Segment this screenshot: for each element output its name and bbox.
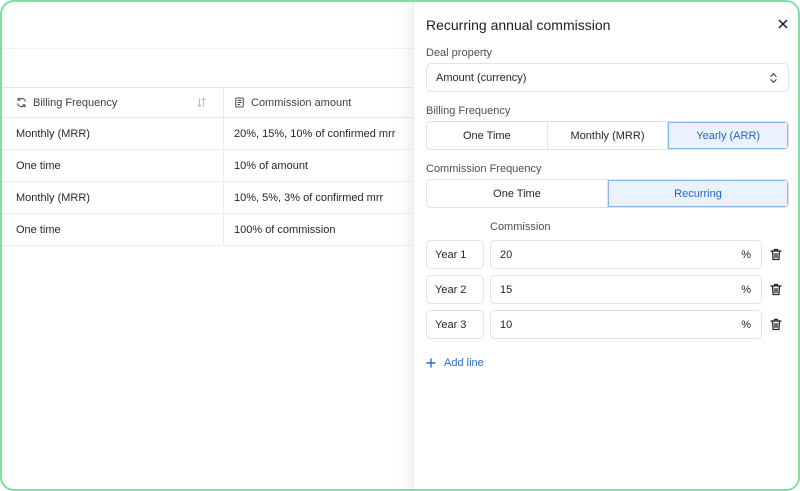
commission-value: 20 — [500, 248, 513, 261]
percent-unit: % — [741, 319, 751, 331]
table-row[interactable]: Monthly (MRR) 20%, 15%, 10% of confirmed… — [2, 118, 422, 150]
table-row[interactable]: One time 10% of amount — [2, 150, 422, 182]
commission-line: Year 1 20 % — [426, 240, 789, 269]
deal-property-select[interactable]: Amount (currency) — [426, 63, 789, 92]
trash-icon[interactable] — [770, 283, 782, 296]
add-line-button[interactable]: Add line — [426, 357, 484, 369]
commission-value: 10 — [500, 318, 513, 331]
year-field[interactable]: Year 2 — [426, 275, 484, 304]
commission-frequency-option-one-time[interactable]: One Time — [427, 180, 608, 207]
table-cell: 100% of commission — [234, 223, 336, 236]
deal-property-label: Deal property — [426, 47, 493, 59]
commission-line: Year 3 10 % — [426, 310, 789, 339]
close-icon[interactable] — [776, 17, 790, 31]
plus-icon — [426, 358, 436, 368]
commission-value-input[interactable]: 15 % — [490, 275, 762, 304]
commission-frequency-segmented-control: One Time Recurring — [426, 179, 789, 208]
commission-line: Year 2 15 % — [426, 275, 789, 304]
refresh-icon — [17, 97, 26, 108]
document-icon — [235, 97, 244, 108]
trash-icon[interactable] — [770, 318, 782, 331]
table-cell: Monthly (MRR) — [2, 182, 224, 213]
panel-title: Recurring annual commission — [426, 17, 611, 33]
commission-frequency-label: Commission Frequency — [426, 163, 542, 175]
billing-frequency-label: Billing Frequency — [426, 105, 511, 117]
billing-option-yearly[interactable]: Yearly (ARR) — [668, 122, 788, 149]
table-cell: 20%, 15%, 10% of confirmed mrr — [234, 127, 396, 140]
deal-property-value: Amount (currency) — [436, 71, 527, 84]
commission-value-input[interactable]: 20 % — [490, 240, 762, 269]
column-header-label: Commission amount — [251, 96, 352, 109]
year-field[interactable]: Year 1 — [426, 240, 484, 269]
table-header: Billing Frequency Commission amount — [2, 87, 422, 118]
billing-option-one-time[interactable]: One Time — [427, 122, 548, 149]
column-header-commission-amount[interactable]: Commission amount — [224, 88, 351, 117]
add-line-label: Add line — [444, 357, 484, 369]
year-field[interactable]: Year 3 — [426, 310, 484, 339]
commission-value-input[interactable]: 10 % — [490, 310, 762, 339]
commission-table: Billing Frequency Commission amount Mont… — [2, 2, 422, 489]
column-header-billing-frequency[interactable]: Billing Frequency — [2, 88, 224, 117]
percent-unit: % — [741, 284, 751, 296]
trash-icon[interactable] — [770, 248, 782, 261]
table-cell: One time — [2, 150, 224, 181]
commission-side-panel: Recurring annual commission Deal propert… — [413, 2, 798, 489]
table-cell: Monthly (MRR) — [2, 118, 224, 149]
divider — [2, 48, 422, 49]
commission-label: Commission — [490, 221, 551, 233]
app-frame: Billing Frequency Commission amount Mont… — [0, 0, 800, 491]
sort-icon[interactable] — [196, 97, 207, 108]
chevron-up-down-icon — [770, 73, 777, 83]
percent-unit: % — [741, 249, 751, 261]
table-cell: 10% of amount — [234, 159, 308, 172]
table-row[interactable]: One time 100% of commission — [2, 214, 422, 246]
commission-frequency-option-recurring[interactable]: Recurring — [608, 180, 788, 207]
billing-frequency-segmented-control: One Time Monthly (MRR) Yearly (ARR) — [426, 121, 789, 150]
table-body: Monthly (MRR) 20%, 15%, 10% of confirmed… — [2, 118, 422, 246]
column-header-label: Billing Frequency — [33, 96, 118, 109]
commission-value: 15 — [500, 283, 513, 296]
table-cell: One time — [2, 214, 224, 245]
table-cell: 10%, 5%, 3% of confirmed mrr — [234, 191, 384, 204]
billing-option-monthly[interactable]: Monthly (MRR) — [548, 122, 669, 149]
table-row[interactable]: Monthly (MRR) 10%, 5%, 3% of confirmed m… — [2, 182, 422, 214]
